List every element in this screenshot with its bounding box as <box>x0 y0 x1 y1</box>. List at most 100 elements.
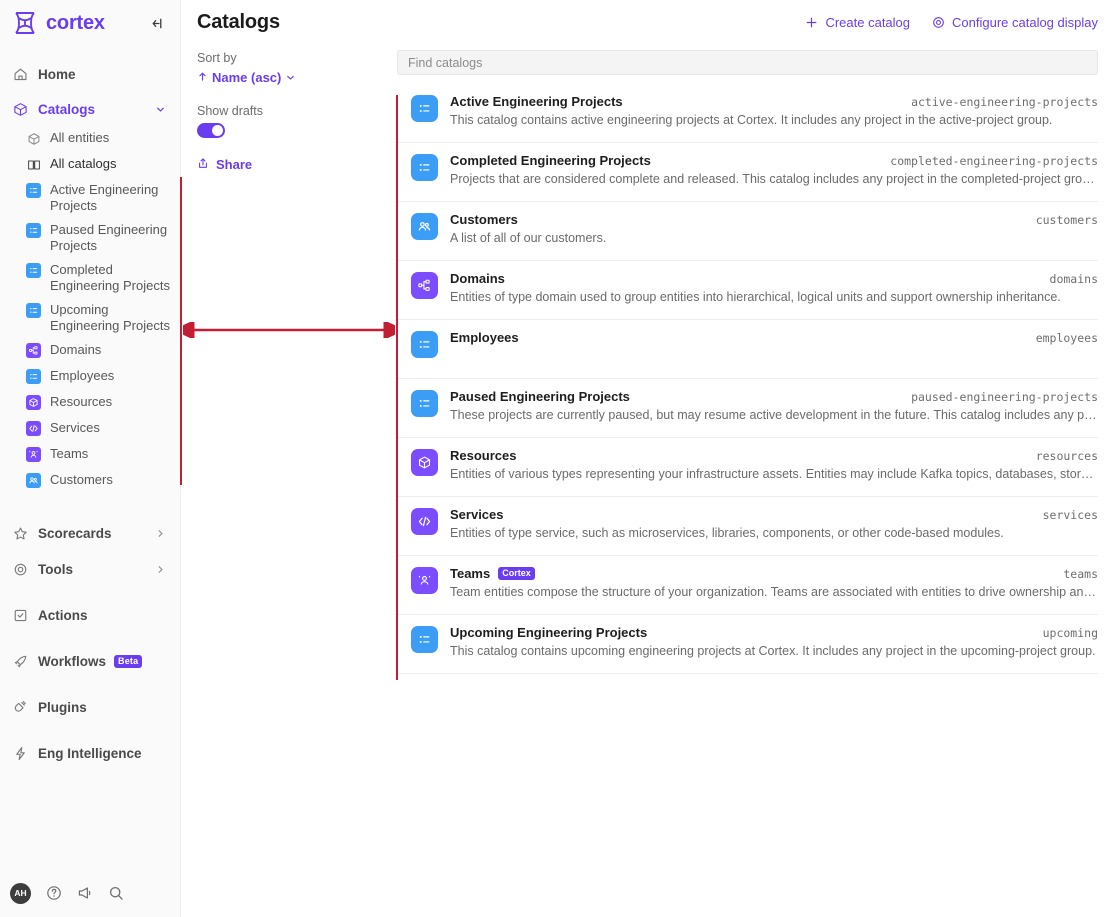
avatar[interactable]: AH <box>10 882 31 904</box>
catalog-description: Entities of various types representing y… <box>450 467 1098 481</box>
catalog-list-item[interactable]: Active Engineering Projects active-engin… <box>397 84 1098 143</box>
catalog-list-item[interactable]: Completed Engineering Projects completed… <box>397 143 1098 202</box>
catalog-list-item[interactable]: Teams Cortex teams Team entities compose… <box>397 556 1098 615</box>
help-circle-icon[interactable] <box>45 885 62 902</box>
sidebar-item-actions[interactable]: Actions <box>0 600 180 630</box>
catalog-key: customers <box>1035 213 1098 227</box>
sidebar-item-label: Resources <box>50 394 113 409</box>
catalog-item-toprow: Employees employees <box>450 330 1098 346</box>
search-icon[interactable] <box>107 885 124 902</box>
code-brackets-icon <box>26 421 41 436</box>
sidebar: cortex Home Catalogs All entities All ca… <box>0 0 181 917</box>
sidebar-catalog-children: All entities All catalogs Active Enginee… <box>0 126 180 494</box>
catalog-key: upcoming <box>1042 626 1098 640</box>
catalog-item-toprow: Resources resources <box>450 448 1098 464</box>
sidebar-item-all-entities[interactable]: All entities <box>0 126 180 152</box>
catalog-list-item[interactable]: Paused Engineering Projects paused-engin… <box>397 379 1098 438</box>
chevron-right-icon[interactable] <box>155 564 166 575</box>
sidebar-item-home[interactable]: Home <box>0 59 180 89</box>
plug-icon <box>12 699 28 715</box>
sidebar-item-workflows[interactable]: Workflows Beta <box>0 646 180 676</box>
sidebar-item-label: Completed Engineering Projects <box>50 262 170 293</box>
sidebar-item-paused-engineering-projects[interactable]: Paused Engineering Projects <box>0 218 180 258</box>
cube-outline-icon <box>26 131 41 146</box>
create-catalog-button[interactable]: Create catalog <box>805 15 910 30</box>
app-root: cortex Home Catalogs All entities All ca… <box>0 0 1109 917</box>
megaphone-icon[interactable] <box>76 885 93 902</box>
list-icon <box>411 626 438 653</box>
catalog-tag: Cortex <box>498 567 535 580</box>
list-icon <box>411 390 438 417</box>
sidebar-item-active-engineering-projects[interactable]: Active Engineering Projects <box>0 178 180 218</box>
catalog-description: This catalog contains upcoming engineeri… <box>450 644 1096 658</box>
catalog-list-item[interactable]: Domains domains Entities of type domain … <box>397 261 1098 320</box>
share-button[interactable]: Share <box>197 157 397 172</box>
sort-by-select[interactable]: Name (asc) <box>197 70 397 85</box>
chevron-right-icon[interactable] <box>155 528 166 539</box>
sidebar-item-domains[interactable]: Domains <box>0 338 180 364</box>
sidebar-footer: AH <box>0 869 181 917</box>
page-title: Catalogs <box>197 11 280 33</box>
catalog-list-item[interactable]: Services services Entities of type servi… <box>397 497 1098 556</box>
sidebar-item-upcoming-engineering-projects[interactable]: Upcoming Engineering Projects <box>0 298 180 338</box>
sidebar-item-teams[interactable]: Teams <box>0 442 180 468</box>
sidebar-item-catalogs[interactable]: Catalogs <box>0 94 180 124</box>
sidebar-item-customers[interactable]: Customers <box>0 468 180 494</box>
catalog-name: Teams <box>450 566 491 581</box>
catalog-item-toprow: Teams Cortex teams <box>450 566 1098 582</box>
sidebar-item-resources[interactable]: Resources <box>0 390 180 416</box>
catalog-key: completed-engineering-projects <box>890 154 1098 168</box>
sort-by-value: Name (asc) <box>212 70 282 85</box>
catalog-list-item[interactable]: Upcoming Engineering Projects upcoming T… <box>397 615 1098 674</box>
sidebar-item-plugins[interactable]: Plugins <box>0 692 180 722</box>
gear-circle-icon <box>12 561 28 577</box>
sidebar-nav: Home Catalogs All entities All catalogs … <box>0 59 180 768</box>
actions-icon <box>12 607 28 623</box>
list-icon <box>411 95 438 122</box>
sidebar-item-services[interactable]: Services <box>0 416 180 442</box>
customers-icon <box>26 473 41 488</box>
sidebar-item-label: Customers <box>50 472 113 487</box>
catalog-name: Upcoming Engineering Projects <box>450 625 648 640</box>
find-catalogs-search[interactable] <box>397 50 1098 75</box>
sidebar-item-all-catalogs[interactable]: All catalogs <box>0 152 180 178</box>
catalog-key: resources <box>1035 449 1098 463</box>
catalog-item-toprow: Completed Engineering Projects completed… <box>450 153 1098 169</box>
catalog-key: domains <box>1049 272 1098 286</box>
sidebar-item-label: Workflows <box>38 653 107 669</box>
rocket-icon <box>12 653 28 669</box>
catalog-name: Employees <box>450 330 519 345</box>
catalog-item-body: Customers customers A list of all of our… <box>450 212 1098 245</box>
configure-catalog-display-button[interactable]: Configure catalog display <box>932 15 1098 30</box>
catalog-description: Entities of type service, such as micros… <box>450 526 1004 540</box>
resource-cube-icon <box>26 395 41 410</box>
brand-name: cortex <box>46 11 105 34</box>
catalog-name: Completed Engineering Projects <box>450 153 651 168</box>
search-input[interactable] <box>408 55 1087 70</box>
sidebar-item-completed-engineering-projects[interactable]: Completed Engineering Projects <box>0 258 180 298</box>
sidebar-item-tools[interactable]: Tools <box>0 554 180 584</box>
catalog-list-item[interactable]: Resources resources Entities of various … <box>397 438 1098 497</box>
catalog-list-item[interactable]: Employees employees <box>397 320 1098 379</box>
lightning-icon <box>12 745 28 761</box>
show-drafts-label: Show drafts <box>197 104 264 118</box>
catalog-list: Active Engineering Projects active-engin… <box>397 84 1098 674</box>
catalog-list-item[interactable]: Customers customers A list of all of our… <box>397 202 1098 261</box>
catalog-name: Domains <box>450 271 505 286</box>
catalog-item-body: Paused Engineering Projects paused-engin… <box>450 389 1098 422</box>
page-header: Catalogs Create catalog Configure catalo… <box>181 0 1109 45</box>
catalog-key: employees <box>1035 331 1098 345</box>
domain-icon <box>26 343 41 358</box>
list-icon <box>26 223 41 238</box>
catalog-key: teams <box>1063 567 1098 581</box>
sidebar-item-employees[interactable]: Employees <box>0 364 180 390</box>
show-drafts-toggle[interactable] <box>197 123 225 138</box>
sidebar-item-label: Catalogs <box>38 101 96 117</box>
collapse-sidebar-icon[interactable] <box>148 14 166 32</box>
sidebar-item-eng-intelligence[interactable]: Eng Intelligence <box>0 738 180 768</box>
chevron-down-icon[interactable] <box>155 104 166 115</box>
sidebar-item-scorecards[interactable]: Scorecards <box>0 518 180 548</box>
catalog-description: Team entities compose the structure of y… <box>450 585 1098 599</box>
catalog-item-toprow: Domains domains <box>450 271 1098 287</box>
list-icon <box>411 154 438 181</box>
